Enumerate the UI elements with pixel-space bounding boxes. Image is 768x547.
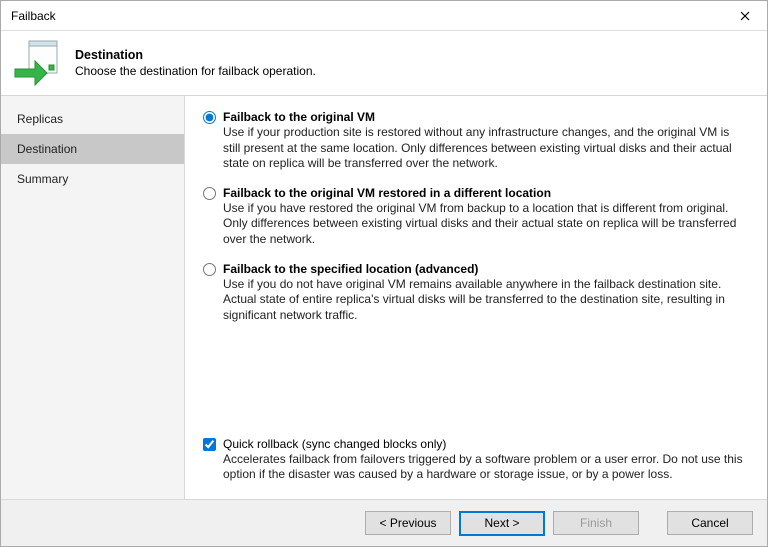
sidebar-item-label: Destination <box>17 142 77 156</box>
button-label: Next > <box>484 516 519 530</box>
checkbox-quick-rollback[interactable] <box>203 438 216 451</box>
option-description: Use if you do not have original VM remai… <box>223 277 747 324</box>
sidebar-item-summary[interactable]: Summary <box>1 164 184 194</box>
window-title: Failback <box>11 9 56 23</box>
header-texts: Destination Choose the destination for f… <box>75 48 316 78</box>
wizard-body: Replicas Destination Summary Failback to… <box>1 96 767 499</box>
close-button[interactable] <box>723 1 767 31</box>
finish-button: Finish <box>553 511 639 535</box>
option-specified-location[interactable]: Failback to the specified location (adva… <box>203 262 747 324</box>
quick-rollback-title: Quick rollback (sync changed blocks only… <box>223 437 747 451</box>
sidebar-item-label: Replicas <box>17 112 63 126</box>
wizard-header: Destination Choose the destination for f… <box>1 31 767 96</box>
wizard-content: Failback to the original VM Use if your … <box>185 96 767 499</box>
cancel-button[interactable]: Cancel <box>667 511 753 535</box>
radio-specified-location[interactable] <box>203 263 216 276</box>
next-button[interactable]: Next > <box>459 511 545 536</box>
button-label: Finish <box>580 516 612 530</box>
step-description: Choose the destination for failback oper… <box>75 64 316 78</box>
radio-original-vm-different-location[interactable] <box>203 187 216 200</box>
wizard-footer: < Previous Next > Finish Cancel <box>1 499 767 546</box>
close-icon <box>740 11 750 21</box>
previous-button[interactable]: < Previous <box>365 511 451 535</box>
title-bar: Failback <box>1 1 767 31</box>
sidebar-item-label: Summary <box>17 172 68 186</box>
radio-original-vm[interactable] <box>203 111 216 124</box>
sidebar-item-replicas[interactable]: Replicas <box>1 104 184 134</box>
option-original-vm[interactable]: Failback to the original VM Use if your … <box>203 110 747 172</box>
option-title: Failback to the specified location (adva… <box>223 262 747 276</box>
wizard-sidebar: Replicas Destination Summary <box>1 96 185 499</box>
button-label: Cancel <box>691 516 728 530</box>
step-title: Destination <box>75 48 316 62</box>
option-title: Failback to the original VM restored in … <box>223 186 747 200</box>
failback-icon <box>13 37 61 89</box>
option-description: Use if you have restored the original VM… <box>223 201 747 248</box>
sidebar-item-destination[interactable]: Destination <box>1 134 184 164</box>
option-description: Use if your production site is restored … <box>223 125 747 172</box>
quick-rollback-description: Accelerates failback from failovers trig… <box>223 452 747 483</box>
option-original-vm-different-location[interactable]: Failback to the original VM restored in … <box>203 186 747 248</box>
failback-wizard-window: Failback Destination Choose the destinat… <box>0 0 768 547</box>
option-title: Failback to the original VM <box>223 110 747 124</box>
quick-rollback-block[interactable]: Quick rollback (sync changed blocks only… <box>203 433 747 483</box>
button-label: < Previous <box>379 516 436 530</box>
destination-options: Failback to the original VM Use if your … <box>203 110 747 433</box>
